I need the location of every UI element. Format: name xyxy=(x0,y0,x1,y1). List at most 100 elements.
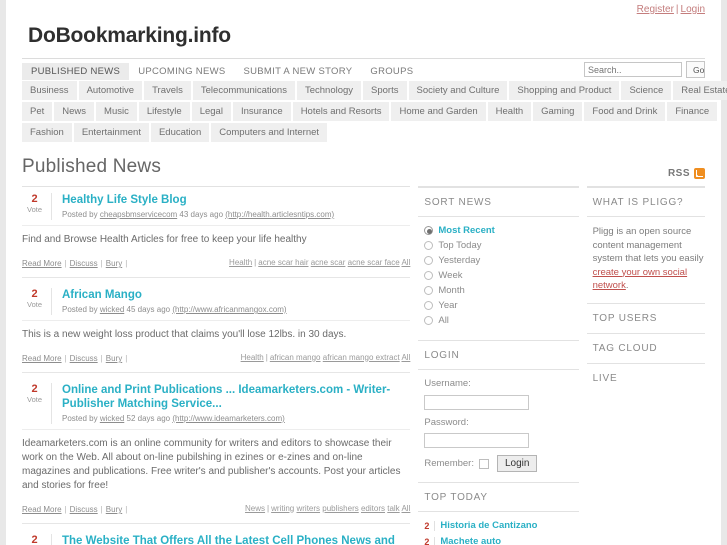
category-news[interactable]: News xyxy=(54,102,97,121)
remember-checkbox[interactable] xyxy=(478,458,489,469)
radio-icon[interactable] xyxy=(424,241,434,250)
discuss-link[interactable]: Discuss xyxy=(70,259,98,268)
radio-icon[interactable] xyxy=(424,286,434,295)
story-author-link[interactable]: wicked xyxy=(100,414,124,423)
sort-option-yesterday[interactable]: Yesterday xyxy=(424,255,578,266)
story-tag-link[interactable]: writing xyxy=(271,504,294,513)
bury-link[interactable]: Bury xyxy=(106,354,122,363)
nav-upcoming-news[interactable]: UPCOMING NEWS xyxy=(129,63,234,80)
story-author-link[interactable]: cheapsbmservicecom xyxy=(100,210,177,219)
story-title-link[interactable]: The Website That Offers All the Latest C… xyxy=(62,534,410,545)
read-more-link[interactable]: Read More xyxy=(22,259,62,268)
story-tag-link[interactable]: acne scar xyxy=(311,258,346,267)
story-source-url[interactable]: (http://health.articlesntips.com) xyxy=(225,210,334,219)
category-food-and-drink[interactable]: Food and Drink xyxy=(584,102,668,121)
vote-box[interactable]: 2 Vote xyxy=(22,193,52,220)
login-button[interactable]: Login xyxy=(496,455,538,472)
vote-box[interactable]: 2 Vote xyxy=(22,383,52,424)
create-social-network-link[interactable]: create your own social network xyxy=(593,267,688,292)
rss-feed[interactable]: RSS xyxy=(668,168,706,184)
sort-option-top-today[interactable]: Top Today xyxy=(424,240,578,251)
discuss-link[interactable]: Discuss xyxy=(70,505,98,514)
radio-icon[interactable] xyxy=(424,271,434,280)
sort-option-month[interactable]: Month xyxy=(424,285,578,296)
category-automotive[interactable]: Automotive xyxy=(78,81,145,100)
category-travels[interactable]: Travels xyxy=(144,81,193,100)
story-tag-link[interactable]: acne scar face xyxy=(348,258,400,267)
top-today-link[interactable]: Historia de Cantizano xyxy=(440,520,537,531)
story-title-link[interactable]: African Mango xyxy=(62,288,410,302)
story-author-link[interactable]: wicked xyxy=(100,305,124,314)
story-tag-link[interactable]: acne scar hair xyxy=(258,258,308,267)
category-gaming[interactable]: Gaming xyxy=(533,102,585,121)
sort-option-week[interactable]: Week xyxy=(424,270,578,281)
radio-icon[interactable] xyxy=(424,256,434,265)
story-category-link[interactable]: News xyxy=(245,504,265,513)
category-computers-and-internet[interactable]: Computers and Internet xyxy=(211,123,328,142)
category-legal[interactable]: Legal xyxy=(191,102,233,121)
vote-box[interactable]: 2 Vote xyxy=(22,534,52,545)
site-logo[interactable]: DoBookmarking.info xyxy=(28,24,721,48)
story-category-link[interactable]: Health xyxy=(241,353,264,362)
nav-groups[interactable]: GROUPS xyxy=(361,63,422,80)
category-fashion[interactable]: Fashion xyxy=(22,123,74,142)
story-tag-link[interactable]: african mango extract xyxy=(323,353,400,362)
read-more-link[interactable]: Read More xyxy=(22,505,62,514)
nav-submit-new-story[interactable]: SUBMIT A NEW STORY xyxy=(235,63,362,80)
story-tag-all-link[interactable]: All xyxy=(401,504,410,513)
search-input[interactable] xyxy=(584,62,682,77)
story-source-url[interactable]: (http://www.ideamarketers.com) xyxy=(172,414,284,423)
story-tag-link[interactable]: african mango xyxy=(270,353,321,362)
category-shopping-and-product[interactable]: Shopping and Product xyxy=(509,81,622,100)
tag-cloud-block[interactable]: TAG CLOUD xyxy=(586,332,706,363)
vote-box[interactable]: 2 Vote xyxy=(22,288,52,315)
story-tag-link[interactable]: publishers xyxy=(322,504,358,513)
sort-option-year[interactable]: Year xyxy=(424,300,578,311)
story-tag-all-link[interactable]: All xyxy=(401,258,410,267)
story-tag-link[interactable]: editors xyxy=(361,504,385,513)
category-music[interactable]: Music xyxy=(96,102,139,121)
category-society-and-culture[interactable]: Society and Culture xyxy=(408,81,510,100)
category-lifestyle[interactable]: Lifestyle xyxy=(138,102,192,121)
story-category-link[interactable]: Health xyxy=(229,258,252,267)
username-input[interactable] xyxy=(424,394,530,410)
list-item[interactable]: 2 Historia de Cantizano xyxy=(424,520,578,531)
top-today-link[interactable]: Machete auto xyxy=(440,536,501,545)
category-sports[interactable]: Sports xyxy=(363,81,409,100)
story-title-link[interactable]: Healthy Life Style Blog xyxy=(62,193,410,207)
story-tag-link[interactable]: writers xyxy=(296,504,320,513)
category-business[interactable]: Business xyxy=(22,81,79,100)
story-title-link[interactable]: Online and Print Publications ... Ideama… xyxy=(62,383,410,411)
category-real-estate[interactable]: Real Estate xyxy=(673,81,727,100)
category-science[interactable]: Science xyxy=(621,81,674,100)
discuss-link[interactable]: Discuss xyxy=(70,354,98,363)
category-telecommunications[interactable]: Telecommunications xyxy=(192,81,297,100)
search-go-button[interactable]: Go xyxy=(686,61,705,78)
live-block[interactable]: LIVE xyxy=(586,362,706,393)
radio-icon[interactable] xyxy=(424,316,434,325)
category-finance[interactable]: Finance xyxy=(667,102,718,121)
category-pet[interactable]: Pet xyxy=(22,102,55,121)
category-technology[interactable]: Technology xyxy=(296,81,364,100)
rss-icon[interactable] xyxy=(694,168,706,179)
register-link[interactable]: Register xyxy=(637,4,674,15)
category-education[interactable]: Education xyxy=(150,123,212,142)
nav-published-news[interactable]: PUBLISHED NEWS xyxy=(22,63,130,80)
list-item[interactable]: 2 Machete auto xyxy=(424,536,578,545)
story-tag-all-link[interactable]: All xyxy=(401,353,410,362)
sort-option-all[interactable]: All xyxy=(424,315,578,326)
sort-option-most-recent[interactable]: Most Recent xyxy=(424,225,578,236)
category-hotels-and-resorts[interactable]: Hotels and Resorts xyxy=(292,102,392,121)
login-link[interactable]: Login xyxy=(681,4,705,15)
radio-icon[interactable] xyxy=(424,301,434,310)
story-tag-link[interactable]: talk xyxy=(387,504,399,513)
bury-link[interactable]: Bury xyxy=(106,505,122,514)
radio-icon[interactable] xyxy=(424,226,434,235)
story-source-url[interactable]: (http://www.africanmangox.com) xyxy=(172,305,286,314)
category-home-and-garden[interactable]: Home and Garden xyxy=(391,102,488,121)
category-insurance[interactable]: Insurance xyxy=(232,102,293,121)
bury-link[interactable]: Bury xyxy=(106,259,122,268)
read-more-link[interactable]: Read More xyxy=(22,354,62,363)
password-input[interactable] xyxy=(424,433,530,448)
category-entertainment[interactable]: Entertainment xyxy=(73,123,151,142)
